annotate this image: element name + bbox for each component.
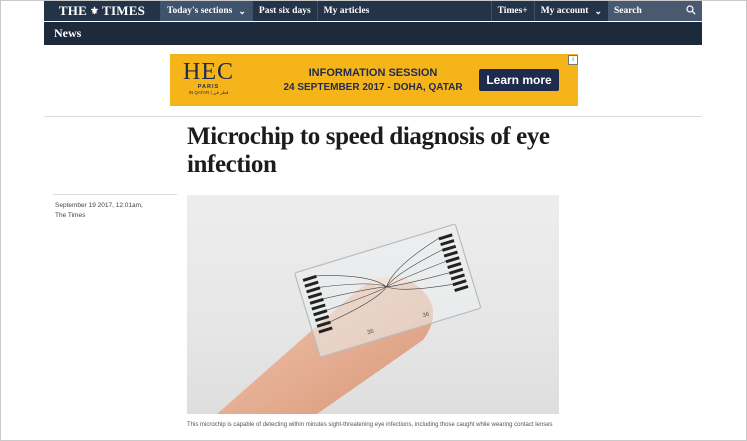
nav-past-six-days-label: Past six days <box>258 6 311 16</box>
ad-brand-location: IN QATAR | قطر في <box>188 90 229 95</box>
nav-times-plus-label: Times+ <box>497 6 528 16</box>
nav-todays-sections-label: Today's sections <box>167 6 233 16</box>
crest-icon: ⚜ <box>89 5 100 17</box>
nav-times-plus[interactable]: Times+ <box>490 1 534 21</box>
photo-caption: This microchip is capable of detecting w… <box>187 422 553 428</box>
learn-more-button[interactable]: Learn more <box>479 69 559 91</box>
chevron-down-icon: ⌄ <box>594 5 602 16</box>
ad-subtitle: 24 SEPTEMBER 2017 - DOHA, QATAR <box>283 82 463 93</box>
nav-my-articles[interactable]: My articles <box>316 1 376 21</box>
article-meta: September 19 2017, 12:01am, The Times <box>55 201 143 221</box>
nav-todays-sections[interactable]: Today's sections ⌄ <box>160 1 252 21</box>
top-navigation: THE ⚜ TIMES Today's sections ⌄ Past six … <box>44 1 702 21</box>
divider <box>44 116 702 117</box>
ad-brand: HEC <box>183 59 234 85</box>
article-headline: Microchip to speed diagnosis of eye infe… <box>187 123 550 178</box>
times-logo[interactable]: THE ⚜ TIMES <box>44 1 160 21</box>
logo-text-the: THE <box>58 3 87 18</box>
nav-past-six-days[interactable]: Past six days <box>251 1 317 21</box>
logo-text-times: TIMES <box>102 3 146 18</box>
hec-logo: HEC PARIS IN QATAR | قطر في <box>183 60 234 96</box>
section-title[interactable]: News <box>44 26 81 41</box>
article-source: The Times <box>55 212 86 219</box>
chevron-down-icon: ⌄ <box>238 5 246 16</box>
search-label: Search <box>614 6 642 16</box>
nav-my-articles-label: My articles <box>323 6 370 16</box>
microchip-on-finger-image: 36 36 <box>217 223 482 414</box>
browser-frame: THE ⚜ TIMES Today's sections ⌄ Past six … <box>0 0 747 441</box>
meta-divider <box>53 194 177 195</box>
article-date: September 19 2017, 12:01am, <box>55 202 143 209</box>
ad-banner[interactable]: HEC PARIS IN QATAR | قطر في INFORMATION … <box>170 54 578 106</box>
article-photo: 36 36 <box>187 195 559 414</box>
nav-my-account-label: My account <box>540 6 589 16</box>
search-box[interactable]: Search <box>608 1 702 21</box>
section-bar: News <box>44 22 702 45</box>
nav-my-account[interactable]: My account ⌄ <box>533 1 608 21</box>
ad-title: INFORMATION SESSION <box>308 67 438 79</box>
ad-info-icon[interactable]: i <box>568 55 578 65</box>
magnifier-icon[interactable] <box>686 4 696 18</box>
